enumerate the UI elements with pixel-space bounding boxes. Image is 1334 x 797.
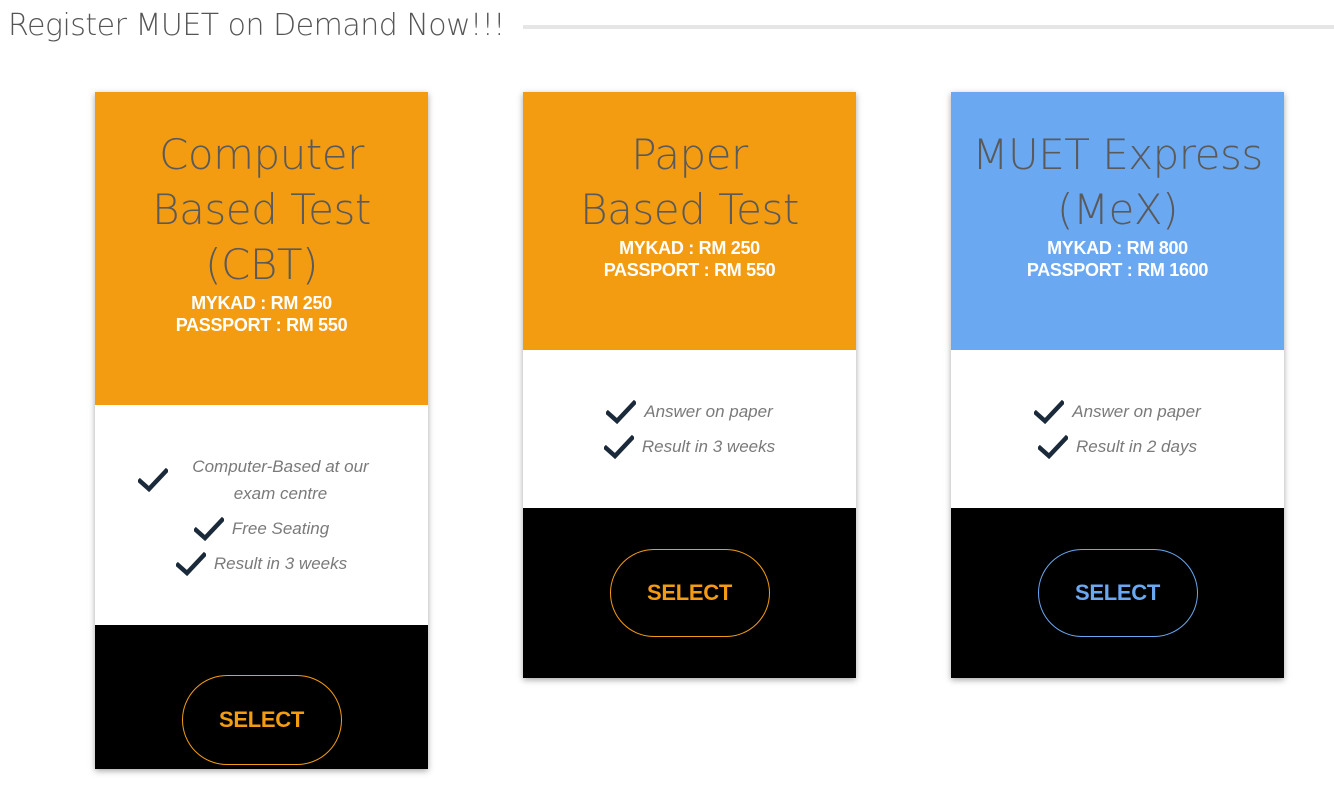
card-title-line: (MeX) — [1056, 185, 1179, 234]
card-title: Computer Based Test (CBT) — [95, 127, 428, 292]
feature-text: Computer-Based at our exam centre — [192, 457, 369, 503]
feature-item: Free Seating — [193, 515, 330, 542]
card-feature-list: Answer on paper Result in 3 weeks — [523, 350, 856, 508]
card-price: MYKAD : RM 250 PASSPORT : RM 550 — [523, 237, 856, 281]
price-passport: PASSPORT : RM 550 — [175, 315, 348, 335]
card-cbt-header: Computer Based Test (CBT) MYKAD : RM 250… — [95, 92, 428, 405]
card-footer: SELECT — [951, 508, 1284, 678]
feature-item: Result in 3 weeks — [603, 433, 776, 460]
check-icon — [1038, 434, 1069, 459]
feature-text: Answer on paper — [644, 402, 773, 421]
feature-text: Answer on paper — [1072, 402, 1201, 421]
card-footer: SELECT — [523, 508, 856, 678]
feature-text: Result in 3 weeks — [213, 554, 348, 573]
card-paper: Paper Based Test MYKAD : RM 250 PASSPORT… — [523, 92, 856, 678]
card-title: Paper Based Test — [523, 127, 856, 237]
price-mykad: MYKAD : RM 250 — [191, 293, 332, 313]
select-cbt-button[interactable]: SELECT — [181, 675, 342, 765]
page-title: Register MUET on Demand Now!!! — [8, 7, 505, 43]
card-title-line: Computer — [159, 130, 364, 179]
feature-text: Free Seating — [231, 519, 330, 538]
card-title-line: Based Test — [152, 185, 371, 234]
feature-text: Result in 3 weeks — [641, 437, 776, 456]
card-price: MYKAD : RM 800 PASSPORT : RM 1600 — [951, 237, 1284, 281]
price-passport: PASSPORT : RM 550 — [603, 260, 776, 280]
card-footer: SELECT — [95, 625, 428, 769]
feature-item: Answer on paper — [606, 398, 773, 425]
card-title-line: Based Test — [580, 185, 799, 234]
card-mex: MUET Express (MeX) MYKAD : RM 800 PASSPO… — [951, 92, 1284, 678]
feature-item: Computer-Based at our exam centre — [137, 453, 386, 507]
price-mykad: MYKAD : RM 250 — [619, 238, 760, 258]
check-icon — [1034, 399, 1065, 424]
feature-item: Answer on paper — [1034, 398, 1201, 425]
card-feature-list: Answer on paper Result in 2 days — [951, 350, 1284, 508]
card-price: MYKAD : RM 250 PASSPORT : RM 550 — [95, 292, 428, 336]
check-icon — [175, 551, 206, 576]
check-icon — [137, 468, 168, 492]
check-icon — [603, 434, 634, 459]
feature-item: Result in 2 days — [1038, 433, 1197, 460]
feature-item: Result in 3 weeks — [175, 550, 348, 577]
price-passport: PASSPORT : RM 1600 — [1026, 260, 1209, 280]
section-header: Register MUET on Demand Now!!! — [8, 2, 1334, 48]
check-icon — [193, 516, 224, 541]
card-feature-list: Computer-Based at our exam centre Free S… — [95, 405, 428, 625]
card-paper-header: Paper Based Test MYKAD : RM 250 PASSPORT… — [523, 92, 856, 350]
check-icon — [606, 399, 637, 424]
select-paper-button[interactable]: SELECT — [609, 549, 770, 637]
price-mykad: MYKAD : RM 800 — [1047, 238, 1188, 258]
card-title: MUET Express (MeX) — [951, 127, 1284, 237]
card-title-line: MUET Express — [972, 130, 1263, 179]
select-mex-button[interactable]: SELECT — [1037, 549, 1198, 637]
card-mex-header: MUET Express (MeX) MYKAD : RM 800 PASSPO… — [951, 92, 1284, 350]
card-cbt: Computer Based Test (CBT) MYKAD : RM 250… — [95, 92, 428, 769]
header-divider — [522, 25, 1334, 29]
card-title-line: Paper — [631, 130, 748, 179]
page: Register MUET on Demand Now!!! Computer … — [0, 0, 1334, 797]
feature-text: Result in 2 days — [1076, 437, 1197, 456]
card-title-line: (CBT) — [205, 240, 318, 289]
